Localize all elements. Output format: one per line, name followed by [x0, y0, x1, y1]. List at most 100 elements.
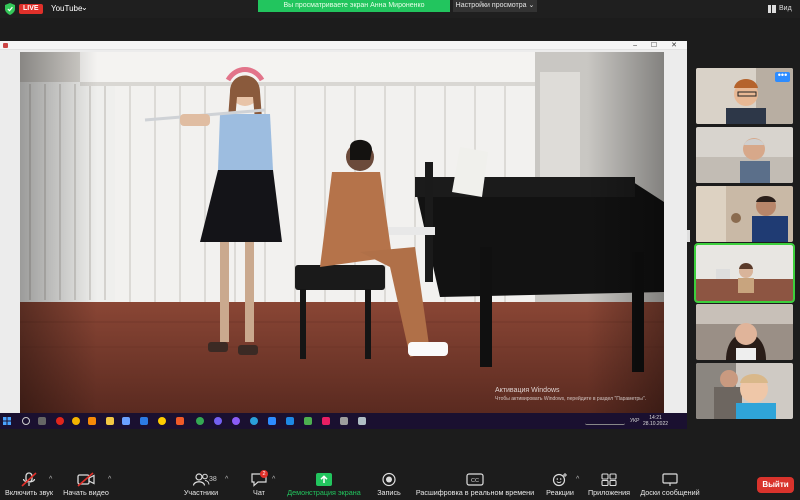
window-controls: – ☐ ✕	[633, 42, 683, 49]
opera-icon[interactable]	[56, 417, 64, 425]
shield-icon	[5, 3, 15, 15]
participant-video	[696, 363, 793, 419]
viber-icon[interactable]	[232, 417, 240, 425]
participant-video-tile[interactable]	[696, 363, 793, 419]
closed-captions-icon: CC	[466, 473, 484, 486]
app-icon[interactable]	[304, 417, 312, 425]
window-app-icon	[3, 43, 8, 48]
video-player[interactable]: Активация Windows Чтобы активировать Win…	[20, 52, 664, 413]
screen-share-banner: Вы просматриваете экран Анна Мироненко	[258, 0, 450, 12]
grid-view-icon[interactable]	[768, 5, 776, 13]
participant-video-tile[interactable]: •••	[696, 68, 793, 124]
app-icon[interactable]	[358, 417, 366, 425]
record-label: Запись	[377, 488, 401, 497]
video-camera-off-icon	[77, 472, 95, 487]
chat-options-caret[interactable]: ^	[272, 476, 275, 483]
shared-window-titlebar: – ☐ ✕	[0, 41, 687, 50]
photos-icon[interactable]	[286, 417, 294, 425]
top-bar: LIVE YouTube ⌄ Вы просматриваете экран А…	[0, 0, 800, 18]
chat-unread-badge: 2	[260, 470, 268, 478]
clock-date: 28.10.2022	[643, 421, 669, 427]
panel-resize-handle[interactable]	[687, 230, 690, 242]
store-icon[interactable]	[122, 417, 130, 425]
vlc-icon[interactable]	[88, 417, 96, 425]
participant-video-tile-active[interactable]	[694, 243, 795, 303]
app-icon[interactable]	[176, 417, 184, 425]
participants-count: 38	[209, 476, 217, 483]
whiteboards-button[interactable]: Доски сообщений	[638, 467, 702, 500]
participant-video	[696, 245, 793, 301]
emoji-plus-icon	[552, 473, 567, 487]
shared-screen: – ☐ ✕ Активация Windows Чтобы активирова…	[0, 41, 687, 429]
leave-meeting-button[interactable]: Выйти	[757, 477, 794, 493]
yandex-icon[interactable]	[158, 417, 166, 425]
source-app-label[interactable]: YouTube	[51, 4, 82, 14]
windows-start-icon[interactable]	[3, 417, 11, 425]
view-settings-label: Настройки просмотра	[455, 2, 527, 9]
reactions-label: Реакции	[546, 488, 574, 497]
telegram-icon[interactable]	[250, 417, 258, 425]
app-icon[interactable]	[322, 417, 330, 425]
task-view-icon[interactable]	[38, 417, 46, 425]
share-screen-label: Демонстрация экрана	[287, 488, 361, 497]
participant-video-tile[interactable]	[696, 186, 793, 242]
reactions-options-caret[interactable]: ^	[576, 476, 579, 483]
participants-icon	[192, 473, 210, 486]
participant-video-tile[interactable]	[696, 127, 793, 183]
participant-video	[696, 186, 793, 242]
meeting-toolbar: Включить звук ^ Начать видео ^ Участники…	[0, 467, 800, 500]
share-screen-icon	[316, 473, 332, 486]
unmute-label: Включить звук	[5, 488, 53, 497]
microphone-muted-icon	[21, 472, 37, 487]
search-icon[interactable]	[22, 417, 30, 425]
apps-button[interactable]: Приложения	[586, 467, 632, 500]
svg-text:CC: CC	[471, 478, 479, 484]
windows-taskbar: УКР 14:21 28.10.2022	[0, 413, 687, 429]
chevron-down-icon: ⌄	[528, 2, 535, 9]
share-screen-button[interactable]: Демонстрация экрана	[284, 467, 364, 500]
view-button[interactable]: Вид	[779, 3, 792, 15]
windows-activation-watermark-title: Активация Windows	[495, 387, 560, 394]
chat-label: Чат	[253, 488, 265, 497]
video-area: Активация Windows Чтобы активировать Win…	[0, 50, 687, 413]
apps-icon	[601, 473, 617, 487]
more-options-button[interactable]: •••	[775, 71, 790, 82]
unmute-button[interactable]: Включить звук	[0, 467, 58, 500]
language-indicator[interactable]: УКР	[630, 418, 639, 424]
clock[interactable]: 14:21 28.10.2022	[643, 415, 668, 427]
participant-video-tile[interactable]	[696, 304, 793, 360]
record-button[interactable]: Запись	[372, 467, 406, 500]
record-icon	[382, 472, 396, 487]
zoom-icon[interactable]	[268, 417, 276, 425]
tray-icons[interactable]	[585, 417, 625, 425]
reactions-button[interactable]: Реакции	[542, 467, 578, 500]
mail-icon[interactable]	[140, 417, 148, 425]
participants-button[interactable]: Участники	[180, 467, 222, 500]
chrome-icon[interactable]	[196, 417, 204, 425]
whiteboard-icon	[662, 473, 678, 486]
live-badge[interactable]: LIVE	[19, 4, 43, 14]
audio-options-caret[interactable]: ^	[49, 476, 52, 483]
chevron-down-icon[interactable]: ⌄	[81, 2, 88, 14]
view-settings-menu[interactable]: Настройки просмотра ⌄	[453, 0, 537, 12]
app-icon[interactable]	[340, 417, 348, 425]
viber-icon[interactable]	[214, 417, 222, 425]
participants-options-caret[interactable]: ^	[225, 476, 228, 483]
start-video-button[interactable]: Начать видео	[58, 467, 114, 500]
whiteboards-label: Доски сообщений	[640, 488, 700, 497]
apps-label: Приложения	[587, 488, 631, 497]
chat-button[interactable]: Чат	[242, 467, 276, 500]
view-button-label: Вид	[779, 5, 792, 12]
chrome-icon[interactable]	[72, 417, 80, 425]
video-options-caret[interactable]: ^	[108, 476, 111, 483]
participant-video	[696, 304, 793, 360]
start-video-label: Начать видео	[63, 488, 109, 497]
explorer-icon[interactable]	[106, 417, 114, 425]
live-transcript-label: Расшифровка в реальном времени	[415, 488, 535, 497]
concert-video-frame	[20, 52, 664, 413]
windows-activation-watermark-text: Чтобы активировать Windows, перейдите в …	[495, 396, 647, 402]
participant-video	[696, 127, 793, 183]
zoom-meeting-window: LIVE YouTube ⌄ Вы просматриваете экран А…	[0, 0, 800, 500]
live-transcript-button[interactable]: CC Расшифровка в реальном времени	[414, 467, 536, 500]
participants-label: Участники	[183, 488, 219, 497]
